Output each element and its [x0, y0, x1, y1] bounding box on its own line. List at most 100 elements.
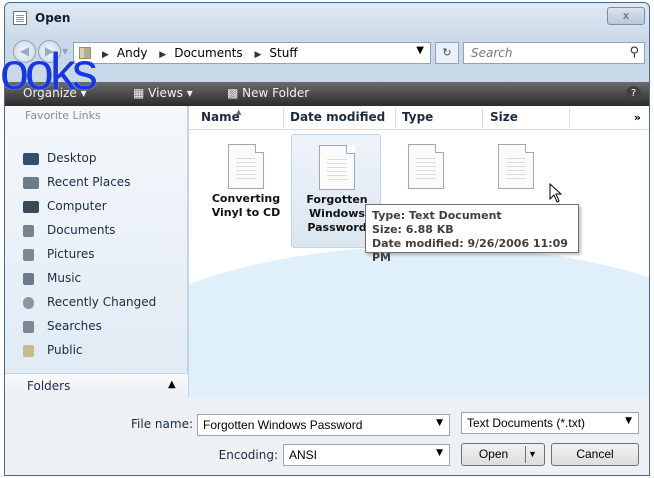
- documents-icon: [23, 225, 34, 237]
- more-columns-icon[interactable]: »: [634, 111, 641, 124]
- column-divider[interactable]: [482, 108, 483, 128]
- file-list: Name ▲ Date modified Type Size » Converti…: [189, 106, 649, 397]
- bottom-panel: File name: Forgotten Windows Password ▼ …: [5, 397, 649, 475]
- chevron-down-icon[interactable]: ▼: [436, 448, 443, 458]
- breadcrumb: ▶ Andy ▶ Documents ▶ Stuff: [102, 46, 306, 60]
- breadcrumb-item-andy[interactable]: Andy: [117, 46, 148, 60]
- sidebar-item-computer[interactable]: Computer: [23, 197, 183, 219]
- folders-toggle[interactable]: Folders ▲: [5, 373, 188, 398]
- new-folder-icon: ▩: [227, 86, 239, 100]
- views-label: Views: [148, 86, 183, 100]
- pictures-icon: [23, 249, 34, 261]
- music-icon: [23, 273, 34, 285]
- column-headers: Name ▲ Date modified Type Size »: [189, 106, 649, 130]
- chevron-down-icon[interactable]: ▼: [436, 418, 443, 428]
- window-title: Open: [35, 11, 71, 25]
- sidebar-item-recent-places[interactable]: Recent Places: [23, 173, 183, 195]
- file-name-label: File name:: [131, 417, 193, 431]
- tooltip-type: Type: Text Document: [372, 209, 502, 222]
- new-folder-label: New Folder: [242, 86, 310, 100]
- address-dropdown-icon[interactable]: ▼: [416, 45, 424, 56]
- sidebar-item-label: Searches: [47, 319, 102, 333]
- notepad-icon: [13, 11, 27, 25]
- favorite-links-header: Favorite Links: [25, 109, 101, 122]
- column-size[interactable]: Size: [490, 110, 518, 124]
- file-name-line: Vinyl to CD: [211, 206, 281, 219]
- column-date-modified[interactable]: Date modified: [290, 110, 385, 124]
- watermark-logo: ooks: [0, 43, 98, 101]
- file-item-converting-vinyl-to-cd[interactable]: Converting Vinyl to CD: [201, 134, 291, 248]
- sidebar-item-recently-changed[interactable]: Recently Changed: [23, 293, 183, 315]
- views-icon: ▦: [133, 86, 145, 100]
- breadcrumb-separator-icon[interactable]: ▶: [102, 50, 109, 60]
- new-folder-button[interactable]: ▩ New Folder: [227, 86, 309, 100]
- sidebar-item-public[interactable]: Public: [23, 341, 183, 363]
- title-bar: Open x: [5, 3, 649, 33]
- address-bar[interactable]: ▶ Andy ▶ Documents ▶ Stuff ▼: [73, 42, 431, 64]
- recently-changed-icon: [23, 297, 34, 309]
- open-label: Open: [478, 447, 509, 461]
- tooltip-date-modified: Date modified: 9/26/2006 11:09 PM: [372, 237, 568, 264]
- search-icon[interactable]: ⚲: [629, 45, 639, 60]
- encoding-label: Encoding:: [218, 448, 278, 462]
- help-icon[interactable]: ?: [626, 86, 641, 101]
- file-type-select[interactable]: Text Documents (*.txt) ▼: [461, 412, 639, 434]
- column-name[interactable]: Name ▲: [201, 108, 242, 124]
- sidebar-item-music[interactable]: Music: [23, 269, 183, 291]
- column-divider[interactable]: [283, 108, 284, 128]
- encoding-value: ANSI: [289, 448, 318, 462]
- sidebar-item-label: Computer: [47, 199, 107, 213]
- file-name-combobox[interactable]: Forgotten Windows Password ▼: [197, 414, 450, 436]
- text-document-icon: [408, 144, 444, 189]
- sidebar-item-label: Recently Changed: [47, 295, 157, 309]
- chevron-down-icon[interactable]: ▼: [528, 444, 537, 465]
- folders-label: Folders: [27, 379, 71, 393]
- sidebar-item-label: Pictures: [47, 247, 95, 261]
- text-document-icon: [498, 144, 534, 189]
- text-document-icon: [319, 145, 355, 190]
- sort-ascending-icon: ▲: [236, 108, 242, 116]
- desktop-icon: [23, 153, 39, 165]
- column-divider[interactable]: [569, 108, 570, 128]
- close-button[interactable]: x: [607, 7, 645, 25]
- chevron-up-icon: ▲: [168, 379, 176, 390]
- sidebar-item-documents[interactable]: Documents: [23, 221, 183, 243]
- sidebar-item-label: Music: [47, 271, 82, 285]
- address-row: ◀ ▶ ▼ ▶ Andy ▶ Documents ▶ Stuff ▼ ↻ Search…: [5, 37, 649, 67]
- mouse-pointer-icon: [549, 183, 563, 203]
- chevron-down-icon: ▾: [186, 86, 193, 100]
- text-document-icon: [228, 144, 264, 189]
- breadcrumb-item-stuff[interactable]: Stuff: [269, 46, 297, 60]
- sidebar-item-searches[interactable]: Searches: [23, 317, 183, 339]
- sidebar-item-label: Public: [47, 343, 83, 357]
- sidebar-item-pictures[interactable]: Pictures: [23, 245, 183, 267]
- tooltip-size: Size: 6.88 KB: [372, 223, 454, 236]
- computer-icon: [23, 201, 39, 213]
- open-button[interactable]: Open ▼: [461, 443, 545, 466]
- file-type-value: Text Documents (*.txt): [467, 416, 586, 430]
- breadcrumb-separator-icon[interactable]: ▶: [159, 50, 166, 60]
- column-divider[interactable]: [395, 108, 396, 128]
- cancel-button[interactable]: Cancel: [551, 443, 639, 466]
- sidebar-item-label: Documents: [47, 223, 116, 237]
- views-button[interactable]: ▦ Views ▾: [133, 86, 193, 100]
- sidebar-item-desktop[interactable]: Desktop: [23, 149, 183, 171]
- recent-places-icon: [23, 177, 39, 189]
- navigation-pane: Favorite Links Desktop Recent Places Com…: [5, 106, 188, 397]
- breadcrumb-separator-icon[interactable]: ▶: [254, 50, 261, 60]
- encoding-select[interactable]: ANSI ▼: [283, 444, 450, 466]
- sidebar-item-label: Desktop: [47, 151, 97, 165]
- file-info-tooltip: Type: Text Document Size: 6.88 KB Date m…: [365, 204, 579, 264]
- search-input[interactable]: Search ⚲: [463, 42, 645, 64]
- column-name-label: Name: [201, 110, 240, 124]
- file-name: Converting Vinyl to CD: [201, 192, 291, 220]
- column-type[interactable]: Type: [402, 110, 433, 124]
- button-split-divider: [525, 446, 526, 463]
- breadcrumb-item-documents[interactable]: Documents: [174, 46, 242, 60]
- toolbar: Organize ▾ ▦ Views ▾ ▩ New Folder ?: [5, 82, 649, 106]
- chevron-down-icon[interactable]: ▼: [625, 416, 632, 426]
- open-dialog: Open x ◀ ▶ ▼ ▶ Andy ▶ Documents ▶ Stuff ▼ ↻…: [4, 2, 650, 476]
- refresh-button[interactable]: ↻: [435, 42, 459, 64]
- public-icon: [23, 345, 34, 357]
- search-placeholder: Search: [471, 46, 513, 60]
